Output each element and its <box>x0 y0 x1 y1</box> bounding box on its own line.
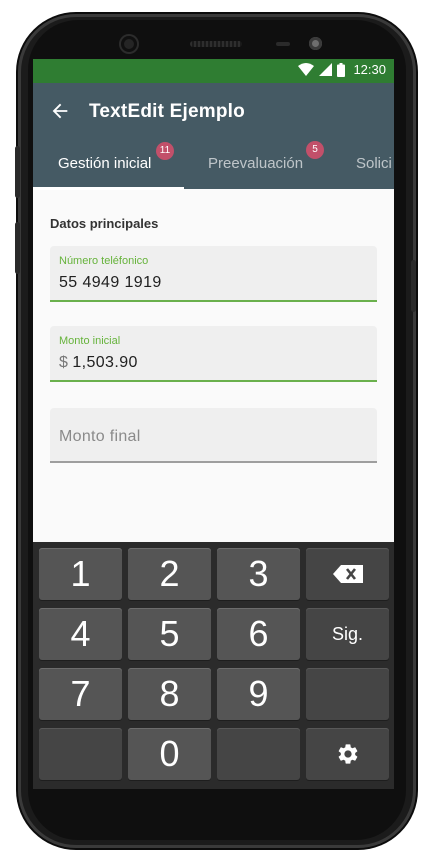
key-3[interactable]: 3 <box>217 548 300 600</box>
status-bar: 12:30 <box>33 59 394 83</box>
initial-amount-label: Monto inicial <box>59 335 121 347</box>
final-amount-placeholder: Monto final <box>59 428 141 445</box>
next-key[interactable]: Sig. <box>306 608 389 660</box>
proximity-sensor <box>276 42 290 46</box>
settings-icon <box>338 744 357 764</box>
tab-label: Gestión inicial <box>58 155 152 172</box>
light-sensor <box>309 37 322 50</box>
section-title: Datos principales <box>50 216 159 231</box>
phone-number-label: Número teléfonico <box>59 255 149 267</box>
tab-badge: 11 <box>156 142 174 160</box>
key-6[interactable]: 6 <box>217 608 300 660</box>
empty-key <box>306 668 389 720</box>
initial-amount-value: 1,503.90 <box>72 354 138 371</box>
key-9[interactable]: 9 <box>217 668 300 720</box>
tab-label: Preevaluación <box>208 155 304 172</box>
phone-number-field[interactable]: Número teléfonico 55 4949 1919 <box>50 246 377 302</box>
wifi-icon <box>298 63 315 76</box>
backspace-key[interactable] <box>306 548 389 600</box>
currency-prefix: $ <box>59 354 69 371</box>
tab-gestion-inicial[interactable]: Gestión inicial <box>58 155 151 172</box>
key-5[interactable]: 5 <box>128 608 211 660</box>
battery-icon <box>337 62 346 77</box>
initial-amount-field[interactable]: Monto inicial $1,503.90 <box>50 326 377 382</box>
settings-key[interactable] <box>306 728 389 780</box>
key-8[interactable]: 8 <box>128 668 211 720</box>
tab-bar: Gestión inicial 11 Preevaluación 5 Solic… <box>33 141 394 189</box>
empty-key <box>39 728 122 780</box>
volume-up-button <box>15 146 20 198</box>
tab-solicitud[interactable]: Solici <box>356 155 392 172</box>
numeric-keyboard: 1 2 3 4 5 6 Sig. 7 8 9 0 <box>33 542 394 789</box>
tab-label: Solici <box>356 155 392 172</box>
app-title: TextEdit Ejemplo <box>89 101 245 122</box>
volume-down-button <box>15 222 20 274</box>
empty-key <box>217 728 300 780</box>
key-0[interactable]: 0 <box>128 728 211 780</box>
key-4[interactable]: 4 <box>39 608 122 660</box>
status-time: 12:30 <box>353 62 386 77</box>
cell-signal-icon <box>319 63 333 76</box>
active-tab-indicator <box>33 187 184 190</box>
backspace-icon <box>332 565 363 583</box>
key-7[interactable]: 7 <box>39 668 122 720</box>
initial-amount-value-wrap: $1,503.90 <box>59 354 138 372</box>
key-1[interactable]: 1 <box>39 548 122 600</box>
tab-badge: 5 <box>306 141 324 159</box>
key-2[interactable]: 2 <box>128 548 211 600</box>
tab-preevaluacion[interactable]: Preevaluación <box>208 155 303 172</box>
phone-number-value: 55 4949 1919 <box>59 274 162 291</box>
front-camera <box>121 36 137 52</box>
app-bar: TextEdit Ejemplo Gestión inicial 11 Pree… <box>33 83 394 190</box>
final-amount-field[interactable]: Monto final <box>50 408 377 463</box>
back-arrow-icon[interactable] <box>49 100 71 122</box>
power-button <box>411 260 416 312</box>
earpiece-speaker <box>190 41 242 47</box>
phone-screen: 12:30 TextEdit Ejemplo Gestión inicial 1… <box>33 59 394 789</box>
